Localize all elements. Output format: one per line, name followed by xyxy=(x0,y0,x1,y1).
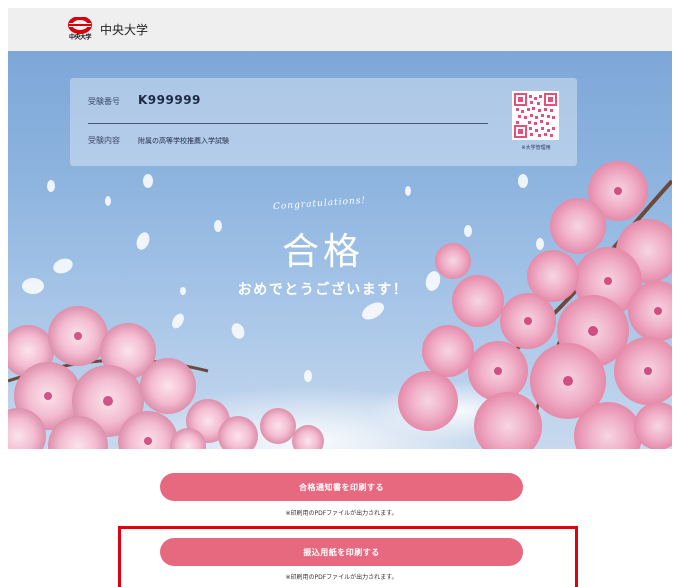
pass-title: 合格 xyxy=(282,230,364,273)
logo-small-text: 中央大学 xyxy=(69,33,92,41)
exam-number-label: 受験番号 xyxy=(88,97,120,106)
university-logo[interactable]: 中央大学 中央大学 xyxy=(67,15,149,43)
exam-type-row: 受験内容 附属の高等学校推薦入学試験 xyxy=(88,135,229,146)
hero-banner: 受験番号 K999999 受験内容 附属の高等学校推薦入学試験 ※大学管理用 C… xyxy=(8,51,672,449)
info-divider xyxy=(88,123,488,124)
exam-type-label: 受験内容 xyxy=(88,136,120,145)
print-acceptance-notice-button[interactable]: 合格通知書を印刷する xyxy=(160,473,523,501)
exam-info-card: 受験番号 K999999 受験内容 附属の高等学校推薦入学試験 ※大学管理用 xyxy=(70,78,577,166)
congratulations-message: おめでとうございます！ xyxy=(237,282,409,298)
exam-type-value: 附属の高等学校推薦入学試験 xyxy=(138,137,229,145)
qr-note: ※大学管理用 xyxy=(521,145,551,151)
header-bar: 中央大学 中央大学 xyxy=(8,8,672,51)
print-payment-note: ※印刷用のPDFファイルが出力されます。 xyxy=(285,574,398,581)
print-payment-slip-button[interactable]: 振込用紙を印刷する xyxy=(160,538,523,566)
logo-mark-icon: 中央大学 xyxy=(67,15,93,43)
qr-code-icon xyxy=(512,91,559,140)
print-notice-note: ※印刷用のPDFファイルが出力されます。 xyxy=(285,510,398,517)
exam-number-row: 受験番号 K999999 xyxy=(88,93,201,107)
university-name: 中央大学 xyxy=(100,23,149,37)
exam-number-value: K999999 xyxy=(138,93,201,107)
